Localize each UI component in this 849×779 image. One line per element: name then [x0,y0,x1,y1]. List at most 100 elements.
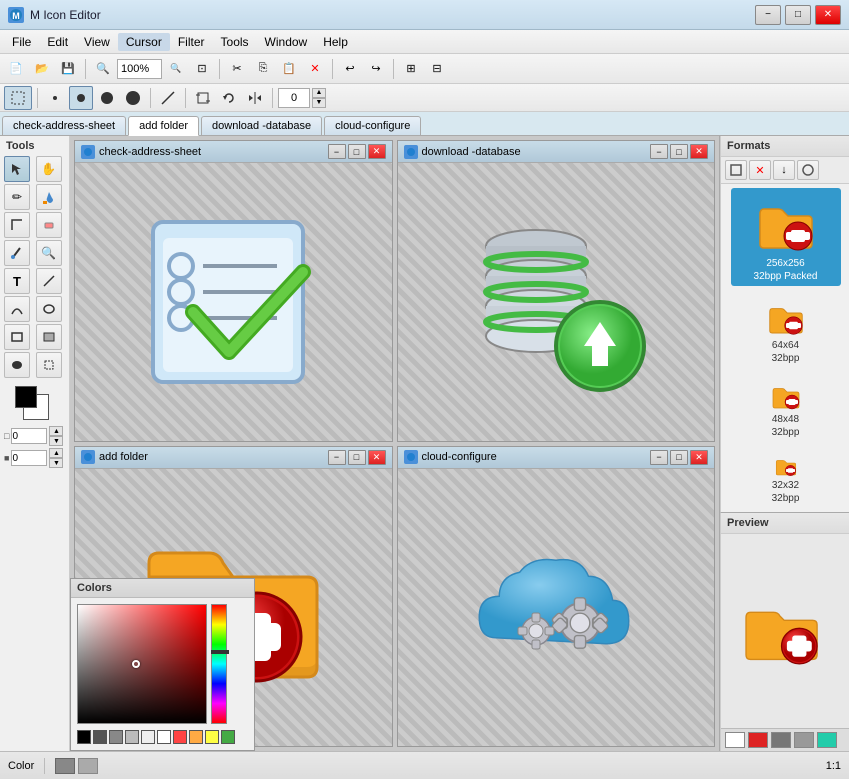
icon-canvas-cloud[interactable] [398,469,715,747]
format-item-64[interactable]: 64x64 32bpp [731,294,841,368]
tool-zoom[interactable]: 🔍 [36,240,62,266]
zoom-input[interactable] [117,59,162,79]
cut-button[interactable]: ✂ [225,57,249,81]
minimize-button[interactable]: − [755,5,781,25]
brush-size-1[interactable] [43,86,67,110]
color-swatch-green[interactable] [221,730,235,744]
tool-curve[interactable] [4,296,30,322]
color-swatch-orange[interactable] [189,730,203,744]
tab-download-database[interactable]: download -database [201,116,322,135]
rotate-tool[interactable] [217,86,241,110]
color-swatch-light[interactable] [125,730,139,744]
copy-button[interactable]: ⎘ [251,57,275,81]
menu-window[interactable]: Window [257,33,316,51]
zoom-in-button[interactable]: 🔍 [164,57,188,81]
icon-win-max-download[interactable]: □ [670,144,688,159]
color-swatch-yellow[interactable] [205,730,219,744]
menu-help[interactable]: Help [315,33,356,51]
fg-color-swatch[interactable] [15,386,37,408]
icon-win-max-folder[interactable]: □ [348,450,366,465]
tool-filled-rect[interactable] [36,324,62,350]
grid-button[interactable]: ⊞ [399,57,423,81]
icon-win-close-download[interactable]: ✕ [690,144,708,159]
brush-size-2[interactable] [69,86,93,110]
tool-text[interactable]: T [4,268,30,294]
icon-win-close-folder[interactable]: ✕ [368,450,386,465]
size-up[interactable]: ▲ [49,448,63,458]
color-swatch-dark[interactable] [93,730,107,744]
new-button[interactable]: 📄 [4,57,28,81]
tool-crop2[interactable] [36,352,62,378]
num-input[interactable] [278,88,310,108]
zoom-out-button[interactable]: 🔍 [91,57,115,81]
fmt-new-btn[interactable] [725,160,747,180]
line-tool[interactable] [156,86,180,110]
tool-select2[interactable] [4,212,30,238]
tool-line[interactable] [36,268,62,294]
tool-fill[interactable] [36,184,62,210]
prev-color-gray2[interactable] [794,732,814,748]
menu-view[interactable]: View [76,33,118,51]
prev-color-teal[interactable] [817,732,837,748]
size-input[interactable] [11,450,47,466]
icon-win-min-cloud[interactable]: − [650,450,668,465]
icon-canvas-download[interactable] [398,163,715,441]
tool-rect[interactable] [4,324,30,350]
menu-tools[interactable]: Tools [213,33,257,51]
menu-edit[interactable]: Edit [39,33,76,51]
menu-file[interactable]: File [4,33,39,51]
tool-eraser[interactable] [36,212,62,238]
num-up-btn[interactable]: ▲ [312,88,326,98]
color-swatch-white[interactable] [157,730,171,744]
format-item-32[interactable]: 32x32 32bpp [731,450,841,508]
icon-win-min-download[interactable]: − [650,144,668,159]
icon-win-close-cloud[interactable]: ✕ [690,450,708,465]
opacity-up[interactable]: ▲ [49,426,63,436]
prev-color-white[interactable] [725,732,745,748]
format-item-256[interactable]: 256x256 32bpp Packed [731,188,841,286]
prev-color-red[interactable] [748,732,768,748]
tool-eyedropper[interactable] [4,240,30,266]
save-button[interactable]: 💾 [56,57,80,81]
brush-size-3[interactable] [95,86,119,110]
open-button[interactable]: 📂 [30,57,54,81]
fmt-down-btn[interactable]: ↓ [773,160,795,180]
color-hue-strip[interactable] [211,604,227,724]
icon-win-max-check[interactable]: □ [348,144,366,159]
icon-canvas-check[interactable] [75,163,392,441]
menu-cursor[interactable]: Cursor [118,33,170,51]
tool-ellipse[interactable] [36,296,62,322]
color-gradient-picker[interactable] [77,604,207,724]
brush-size-4[interactable] [121,86,145,110]
fmt-settings-btn[interactable] [797,160,819,180]
paste-button[interactable]: 📋 [277,57,301,81]
num-down-btn[interactable]: ▼ [312,98,326,108]
maximize-button[interactable]: □ [785,5,811,25]
tool-pencil[interactable]: ✏ [4,184,30,210]
close-button[interactable]: ✕ [815,5,841,25]
fmt-delete-btn[interactable]: ✕ [749,160,771,180]
color-swatch-mid[interactable] [109,730,123,744]
tab-cloud-configure[interactable]: cloud-configure [324,116,421,135]
color-swatch-red[interactable] [173,730,187,744]
format-item-48[interactable]: 48x48 32bpp [731,376,841,442]
color-swatch-lighter[interactable] [141,730,155,744]
opacity-down[interactable]: ▼ [49,436,63,446]
crop-tool[interactable] [191,86,215,110]
tool-filled-ellipse[interactable] [4,352,30,378]
size-down[interactable]: ▼ [49,458,63,468]
prev-color-gray1[interactable] [771,732,791,748]
grid2-button[interactable]: ⊟ [425,57,449,81]
icon-win-close-check[interactable]: ✕ [368,144,386,159]
tab-check-address-sheet[interactable]: check-address-sheet [2,116,126,135]
tab-add-folder[interactable]: add folder [128,116,199,136]
icon-win-min-folder[interactable]: − [328,450,346,465]
undo-button[interactable]: ↩ [338,57,362,81]
opacity-input[interactable] [11,428,47,444]
icon-win-max-cloud[interactable]: □ [670,450,688,465]
tool-select-btn[interactable] [4,86,32,110]
tool-select[interactable] [4,156,30,182]
delete-button[interactable]: ✕ [303,57,327,81]
tool-hand[interactable]: ✋ [36,156,62,182]
color-swatch-black[interactable] [77,730,91,744]
